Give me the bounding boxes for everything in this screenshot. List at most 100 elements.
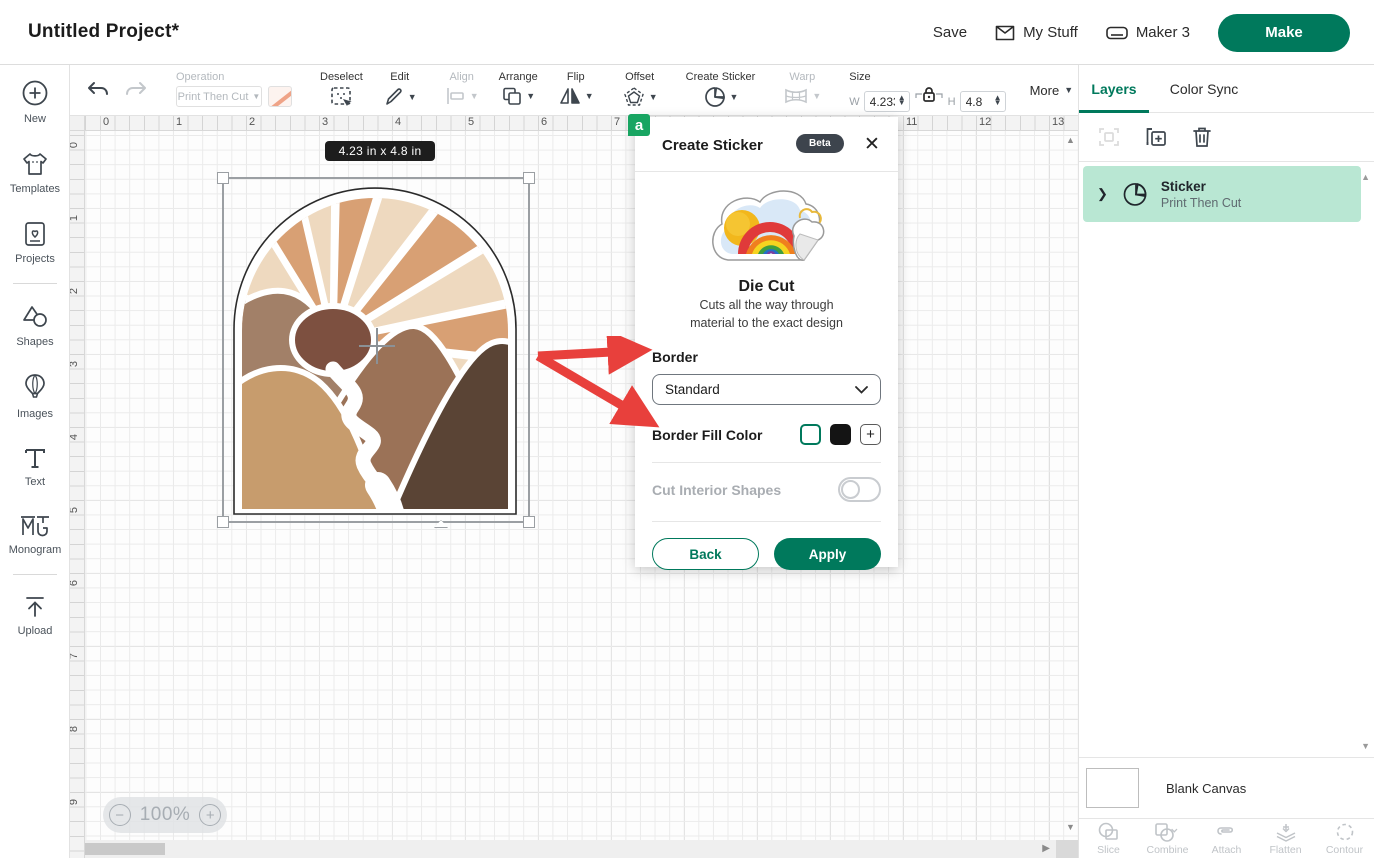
arrange-button[interactable]: Arrange ▼	[489, 65, 548, 115]
sidebar-divider	[13, 574, 57, 575]
canvas-horizontal-scrollbar[interactable]: ▶	[85, 840, 1064, 858]
ruler-number: 3	[70, 361, 80, 367]
operation-dropdown[interactable]: Print Then Cut▼	[176, 86, 262, 107]
die-cut-title: Die Cut	[652, 278, 881, 296]
panel-title: Create Sticker	[662, 137, 763, 154]
combine-button[interactable]: Combine	[1138, 819, 1197, 858]
sidebar-item-projects[interactable]: Projects	[0, 207, 70, 277]
border-dropdown-value: Standard	[665, 382, 720, 397]
warp-button[interactable]: Warp ▼	[773, 65, 831, 115]
die-cut-description-line2: material to the exact design	[652, 314, 881, 332]
flatten-button[interactable]: Flatten	[1256, 819, 1315, 858]
selection-handle-top-left[interactable]	[217, 172, 229, 184]
delete-icon[interactable]	[1191, 125, 1213, 149]
sidebar-item-shapes[interactable]: Shapes	[0, 290, 70, 360]
canvas-color-swatch[interactable]	[1086, 768, 1139, 808]
ruler-number: 6	[70, 580, 80, 586]
border-fill-color-label: Border Fill Color	[652, 427, 800, 443]
zoom-in-button[interactable]: +	[199, 804, 221, 826]
design-canvas[interactable]: 012345678910111213 0123456789	[70, 116, 1078, 858]
offset-button[interactable]: Offset ▼	[612, 65, 668, 115]
height-label: H	[948, 96, 956, 108]
sidebar-item-text[interactable]: Text	[0, 432, 70, 500]
flatten-icon	[1274, 821, 1298, 843]
contour-icon	[1333, 821, 1357, 843]
operation-color-swatch[interactable]	[268, 86, 292, 107]
fill-color-swatch-black[interactable]	[830, 424, 851, 445]
make-button[interactable]: Make	[1218, 14, 1350, 52]
scroll-right-icon[interactable]: ▶	[1042, 843, 1050, 854]
create-sticker-icon	[703, 86, 727, 108]
text-icon	[22, 445, 48, 471]
selection-crosshair	[359, 328, 395, 364]
zoom-out-button[interactable]: −	[109, 804, 131, 826]
monogram-icon	[19, 513, 51, 539]
create-sticker-button[interactable]: Create Sticker ▼	[676, 65, 766, 115]
offset-icon	[622, 86, 646, 108]
size-tooltip: 4.23 in x 4.8 in	[325, 141, 435, 161]
apply-button[interactable]: Apply	[774, 538, 881, 570]
layer-item-sticker[interactable]: ❯ Sticker Print Then Cut	[1083, 166, 1361, 222]
machine-icon	[1106, 26, 1128, 40]
undo-button[interactable]	[86, 80, 110, 100]
attach-icon	[1215, 821, 1239, 843]
flip-button[interactable]: Flip ▼	[548, 65, 604, 115]
ruler-number: 1	[70, 215, 80, 221]
scrollbar-thumb[interactable]	[85, 843, 165, 855]
more-button[interactable]: More▼	[1016, 65, 1088, 115]
selection-handle-bottom-left[interactable]	[217, 516, 229, 528]
ruler-number: 4	[395, 116, 401, 128]
sidebar-item-monogram[interactable]: Monogram	[0, 500, 70, 568]
ruler-number: 8	[70, 726, 80, 732]
align-button[interactable]: Align ▼	[435, 65, 489, 115]
add-color-button[interactable]: +	[860, 424, 881, 445]
list-scroll-down-icon[interactable]: ▼	[1361, 741, 1370, 751]
sidebar-item-templates[interactable]: Templates	[0, 137, 70, 207]
ruler-number: 12	[979, 116, 991, 128]
cut-interior-shapes-toggle[interactable]	[838, 477, 881, 502]
canvas-label: Blank Canvas	[1166, 781, 1246, 796]
close-icon[interactable]: ✕	[861, 134, 883, 156]
width-stepper[interactable]: ▲▼	[898, 95, 906, 105]
back-button[interactable]: Back	[652, 538, 759, 570]
selection-handle-bottom-right[interactable]	[523, 516, 535, 528]
size-lock-icon[interactable]	[914, 86, 944, 112]
redo-button[interactable]	[124, 80, 148, 100]
ruler-number: 7	[70, 653, 80, 659]
edit-pencil-icon	[383, 86, 405, 108]
canvas-background-row[interactable]: Blank Canvas	[1079, 757, 1374, 818]
duplicate-icon[interactable]	[1144, 125, 1168, 149]
contour-button[interactable]: Contour	[1315, 819, 1374, 858]
upload-icon	[22, 594, 48, 620]
machine-selector[interactable]: Maker 3	[1106, 24, 1190, 41]
ruler-number: 0	[70, 142, 80, 148]
tab-color-sync[interactable]: Color Sync	[1149, 65, 1259, 112]
my-stuff-icon	[995, 25, 1015, 41]
combine-icon	[1153, 821, 1183, 843]
sidebar-item-new[interactable]: New	[0, 65, 70, 137]
edit-button[interactable]: Edit ▼	[373, 65, 427, 115]
slice-button[interactable]: Slice	[1079, 819, 1138, 858]
horizontal-ruler: 012345678910111213	[85, 116, 1078, 131]
tab-layers[interactable]: Layers	[1079, 65, 1149, 112]
deselect-button[interactable]: Deselect	[310, 65, 373, 115]
selection-handle-top-right[interactable]	[523, 172, 535, 184]
layer-name: Sticker	[1161, 179, 1241, 194]
canvas-vertical-scrollbar[interactable]: ▲ ▼	[1064, 131, 1078, 840]
expand-chevron-icon[interactable]: ❯	[1097, 186, 1108, 202]
sidebar-item-upload[interactable]: Upload	[0, 581, 70, 649]
my-stuff-button[interactable]: My Stuff	[995, 24, 1078, 41]
chevron-down-icon	[855, 386, 868, 394]
sidebar-item-images[interactable]: Images	[0, 360, 70, 432]
scroll-up-icon[interactable]: ▲	[1066, 135, 1075, 145]
height-stepper[interactable]: ▲▼	[994, 95, 1002, 105]
fill-color-swatch-white[interactable]	[800, 424, 821, 445]
list-scroll-up-icon[interactable]: ▲	[1361, 172, 1370, 182]
save-button[interactable]: Save	[933, 24, 967, 41]
attach-button[interactable]: Attach	[1197, 819, 1256, 858]
scroll-down-icon[interactable]: ▼	[1066, 822, 1075, 832]
group-icon[interactable]	[1097, 125, 1121, 149]
extension-icon[interactable]: a	[628, 114, 650, 136]
border-dropdown[interactable]: Standard	[652, 374, 881, 405]
deselect-icon	[329, 86, 353, 108]
